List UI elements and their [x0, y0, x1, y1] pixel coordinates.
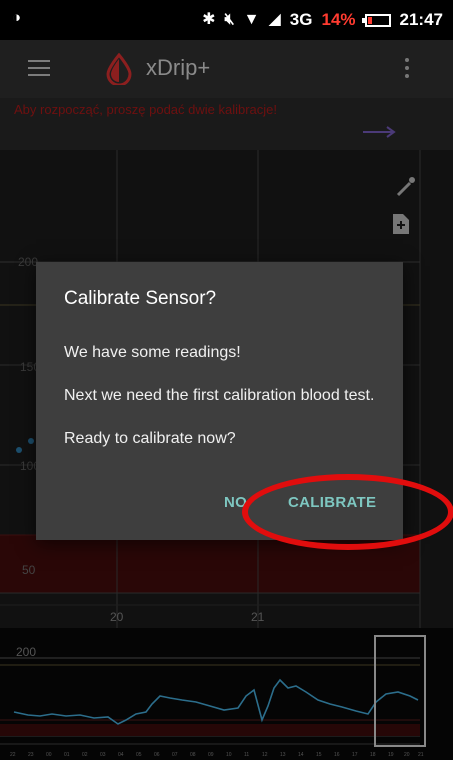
app-bar: xDrip+: [0, 40, 453, 98]
network-type: 3G: [289, 10, 313, 29]
dialog-message: We have some readings! Next we need the …: [64, 342, 384, 471]
wifi-icon: ▼: [243, 11, 260, 28]
mute-icon: 🔇︎: [224, 11, 235, 28]
dialog-line: We have some readings!: [64, 344, 241, 361]
arrow-right-icon[interactable]: [363, 125, 397, 139]
clock: 21:47: [399, 10, 443, 29]
mini-x-tick: 06: [154, 752, 160, 758]
mini-x-tick: 03: [100, 752, 106, 758]
mini-x-tick: 21: [418, 752, 424, 758]
mini-x-tick: 22: [10, 752, 16, 758]
battery-icon: [361, 13, 391, 27]
mini-x-tick: 01: [64, 752, 70, 758]
mini-x-tick: 15: [316, 752, 322, 758]
mini-y-label: 200: [16, 645, 36, 659]
x-tick-label: 20: [110, 610, 124, 624]
mini-x-tick: 04: [118, 752, 124, 758]
mini-x-tick: 02: [82, 752, 88, 758]
overflow-menu-icon[interactable]: [405, 58, 409, 80]
signal-icon: ◢: [268, 11, 281, 28]
battery-percent: 14%: [321, 10, 356, 29]
mini-x-tick: 16: [334, 752, 340, 758]
dialog-line: Next we need the first calibration blood…: [64, 387, 375, 404]
notification-dot-icon: ◑: [12, 9, 22, 26]
no-button[interactable]: NO: [224, 494, 247, 511]
mini-x-tick: 20: [404, 752, 410, 758]
menu-icon[interactable]: [28, 60, 50, 76]
status-icons: ✱ 🔇︎ ▼ ◢ 3G 14% 21:47: [202, 9, 443, 31]
calibration-notice: Aby rozpocząć, proszę podać dwie kalibra…: [0, 98, 453, 150]
reading-point: [28, 438, 34, 444]
notice-text: Aby rozpocząć, proszę podać dwie kalibra…: [14, 102, 278, 117]
mini-x-tick: 10: [226, 752, 232, 758]
mini-x-tick: 05: [136, 752, 142, 758]
status-bar: ◑ ✱ 🔇︎ ▼ ◢ 3G 14% 21:47: [0, 0, 453, 40]
overview-chart[interactable]: 200 22 23 00 01 02 03 04 05 06 07 08 09 …: [0, 628, 453, 760]
mini-x-tick: 18: [370, 752, 376, 758]
mini-x-tick: 08: [190, 752, 196, 758]
mini-x-tick: 12: [262, 752, 268, 758]
low-zone: [0, 535, 420, 593]
x-tick-label: 21: [251, 610, 265, 624]
y-tick-label: 50: [22, 563, 36, 577]
blood-drop-logo-icon: [106, 53, 132, 85]
mini-x-tick: 13: [280, 752, 286, 758]
bluetooth-icon: ✱: [202, 11, 216, 28]
mini-x-tick: 23: [28, 752, 34, 758]
calibrate-dialog: Calibrate Sensor? We have some readings!…: [36, 262, 403, 540]
mini-x-tick: 11: [244, 752, 249, 758]
mini-x-tick: 17: [352, 752, 358, 758]
dialog-title: Calibrate Sensor?: [64, 288, 217, 309]
reading-point: [16, 447, 22, 453]
calibrate-button[interactable]: CALIBRATE: [288, 494, 376, 511]
mini-x-tick: 00: [46, 752, 52, 758]
dialog-line: Ready to calibrate now?: [64, 430, 236, 447]
mini-x-tick: 07: [172, 752, 178, 758]
mini-x-tick: 14: [298, 752, 304, 758]
mini-x-tick: 19: [388, 752, 394, 758]
mini-x-tick: 09: [208, 752, 214, 758]
app-title: xDrip+: [146, 55, 211, 80]
